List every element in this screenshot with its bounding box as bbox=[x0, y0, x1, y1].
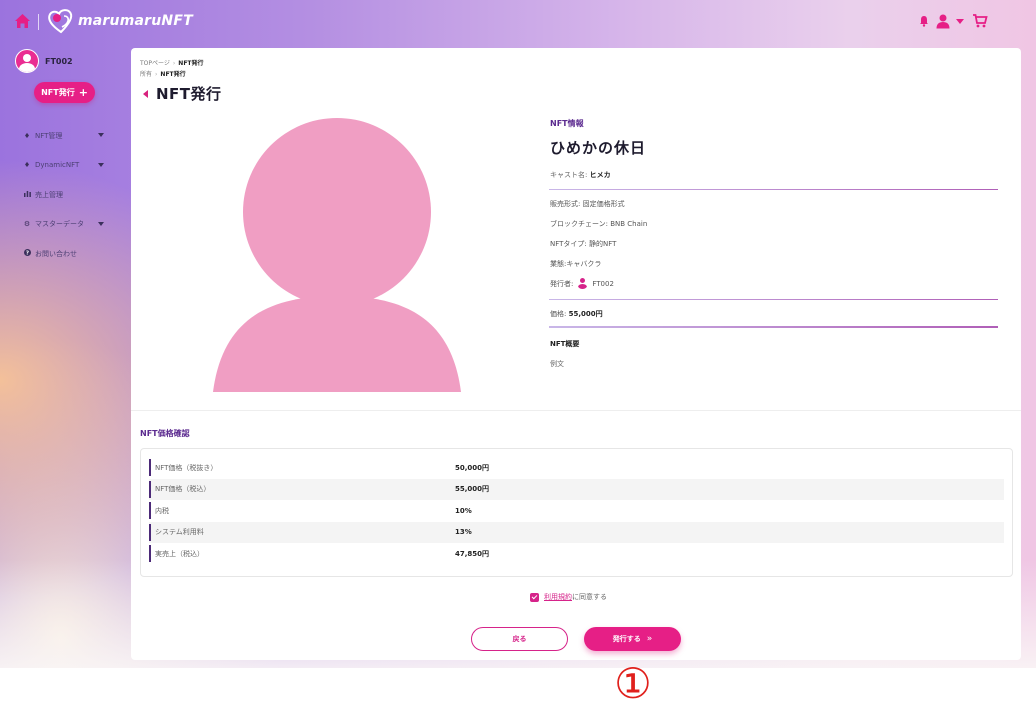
divider bbox=[549, 299, 998, 300]
back-caret-icon[interactable] bbox=[143, 89, 148, 98]
table-row: 内税 10% bbox=[149, 500, 1004, 522]
step-annotation: ① bbox=[614, 659, 652, 708]
divider bbox=[549, 189, 998, 190]
issuer-avatar bbox=[577, 278, 589, 289]
table-row: システム利用料 13% bbox=[149, 521, 1004, 543]
sidebar-item-nft-management[interactable]: ♦ NFT管理 bbox=[22, 121, 112, 151]
summary-heading: NFT概要 bbox=[550, 340, 580, 348]
double-chevron-right-icon: » bbox=[646, 634, 653, 644]
sidebar-item-dynamic-nft[interactable]: ♦ DynamicNFT bbox=[22, 151, 112, 181]
terms-link[interactable]: 利用規約 bbox=[544, 592, 572, 602]
price-table: NFT価格（税抜き） 50,000円 NFT価格（税込） 55,000円 内税 … bbox=[140, 448, 1013, 577]
nft-info-heading: NFT情報 bbox=[550, 119, 584, 128]
page-title: NFT発行 bbox=[156, 85, 222, 103]
sidebar-nav: ♦ NFT管理 ♦ DynamicNFT 売上管理 ⚙ マスターデータ ? お問… bbox=[22, 121, 112, 269]
breadcrumb-top[interactable]: TOPページ bbox=[140, 60, 170, 67]
bell-icon[interactable] bbox=[919, 15, 929, 27]
terms-agreement: 利用規約 に同意する bbox=[530, 592, 607, 602]
logo-text: marumaruNFT bbox=[78, 13, 193, 29]
page-title-row: NFT発行 bbox=[143, 83, 222, 104]
sidebar-item-label: マスターデータ bbox=[35, 220, 84, 229]
table-row: 実売上（税込） 47,850円 bbox=[149, 543, 1004, 565]
breadcrumb-current: NFT発行 bbox=[178, 60, 204, 67]
section-divider bbox=[131, 410, 1021, 411]
nft-issue-button-label: NFT発行 bbox=[41, 88, 75, 97]
terms-suffix: に同意する bbox=[572, 593, 607, 601]
chevron-down-icon[interactable] bbox=[956, 19, 964, 24]
price-confirm-heading: NFT価格確認 bbox=[140, 429, 190, 438]
chevron-down-icon bbox=[98, 133, 104, 137]
breadcrumb-owner-current: NFT発行 bbox=[160, 71, 186, 78]
gear-icon: ⚙ bbox=[23, 220, 31, 229]
summary-text: 例文 bbox=[550, 360, 564, 368]
table-row: NFT価格（税込） 55,000円 bbox=[149, 478, 1004, 500]
logo-heart-icon bbox=[48, 9, 73, 34]
header-divider bbox=[38, 14, 39, 30]
breadcrumb-owner[interactable]: 所有 bbox=[140, 71, 152, 78]
divider bbox=[549, 326, 998, 328]
sale-format: 販売形式: 固定価格形式 bbox=[550, 200, 625, 208]
breadcrumb: TOPページ › NFT発行 所有 › NFT発行 bbox=[140, 60, 204, 78]
issue-button-label: 発行する bbox=[612, 635, 641, 643]
table-row: NFT価格（税抜き） 50,000円 bbox=[149, 457, 1004, 479]
home-icon[interactable] bbox=[14, 13, 31, 29]
sidebar-item-label: NFT管理 bbox=[35, 131, 63, 140]
diamond-icon: ♦ bbox=[23, 131, 31, 140]
nft-image bbox=[213, 118, 461, 392]
avatar bbox=[15, 49, 39, 73]
terms-checkbox[interactable] bbox=[530, 592, 539, 602]
sidebar-item-label: DynamicNFT bbox=[35, 161, 80, 170]
sidebar-item-label: 売上管理 bbox=[35, 190, 63, 199]
sidebar-item-label: お問い合わせ bbox=[35, 249, 77, 258]
bar-chart-icon bbox=[22, 190, 32, 199]
logo[interactable]: marumaruNFT bbox=[46, 6, 193, 36]
nft-type: NFTタイプ: 静的NFT bbox=[550, 240, 617, 248]
blockchain: ブロックチェーン: BNB Chain bbox=[550, 220, 648, 228]
issue-button[interactable]: 発行する » bbox=[584, 627, 681, 651]
sidebar-item-master-data[interactable]: ⚙ マスターデータ bbox=[22, 210, 112, 240]
question-icon: ? bbox=[22, 249, 32, 258]
cart-icon[interactable] bbox=[972, 12, 988, 29]
price: 価格: 55,000円 bbox=[550, 310, 603, 318]
issuer-name[interactable]: FT002 bbox=[592, 280, 614, 288]
diamond-icon: ♦ bbox=[23, 161, 31, 170]
nft-name: ひめかの休日 bbox=[550, 139, 647, 157]
sidebar-username: FT002 bbox=[45, 56, 73, 66]
issuer: 発行者: FT002 bbox=[550, 278, 614, 289]
industry: 業態:キャバクラ bbox=[550, 260, 602, 268]
user-icon[interactable] bbox=[935, 13, 951, 29]
cast-name: キャスト名: ヒメカ bbox=[550, 171, 611, 179]
top-header: marumaruNFT bbox=[0, 0, 1036, 44]
chevron-down-icon bbox=[98, 221, 104, 226]
plus-icon: + bbox=[78, 86, 88, 99]
sidebar-item-contact[interactable]: ? お問い合わせ bbox=[22, 239, 112, 269]
nft-issue-button[interactable]: NFT発行 + bbox=[34, 82, 95, 103]
back-button[interactable]: 戻る bbox=[471, 627, 568, 651]
main-card: TOPページ › NFT発行 所有 › NFT発行 NFT発行 NFT情報 ひめかの休日… bbox=[131, 48, 1021, 660]
sidebar-item-sales[interactable]: 売上管理 bbox=[22, 180, 112, 210]
svg-text:?: ? bbox=[25, 251, 28, 256]
sidebar-user[interactable]: FT002 bbox=[15, 49, 73, 73]
chevron-down-icon bbox=[98, 162, 104, 167]
